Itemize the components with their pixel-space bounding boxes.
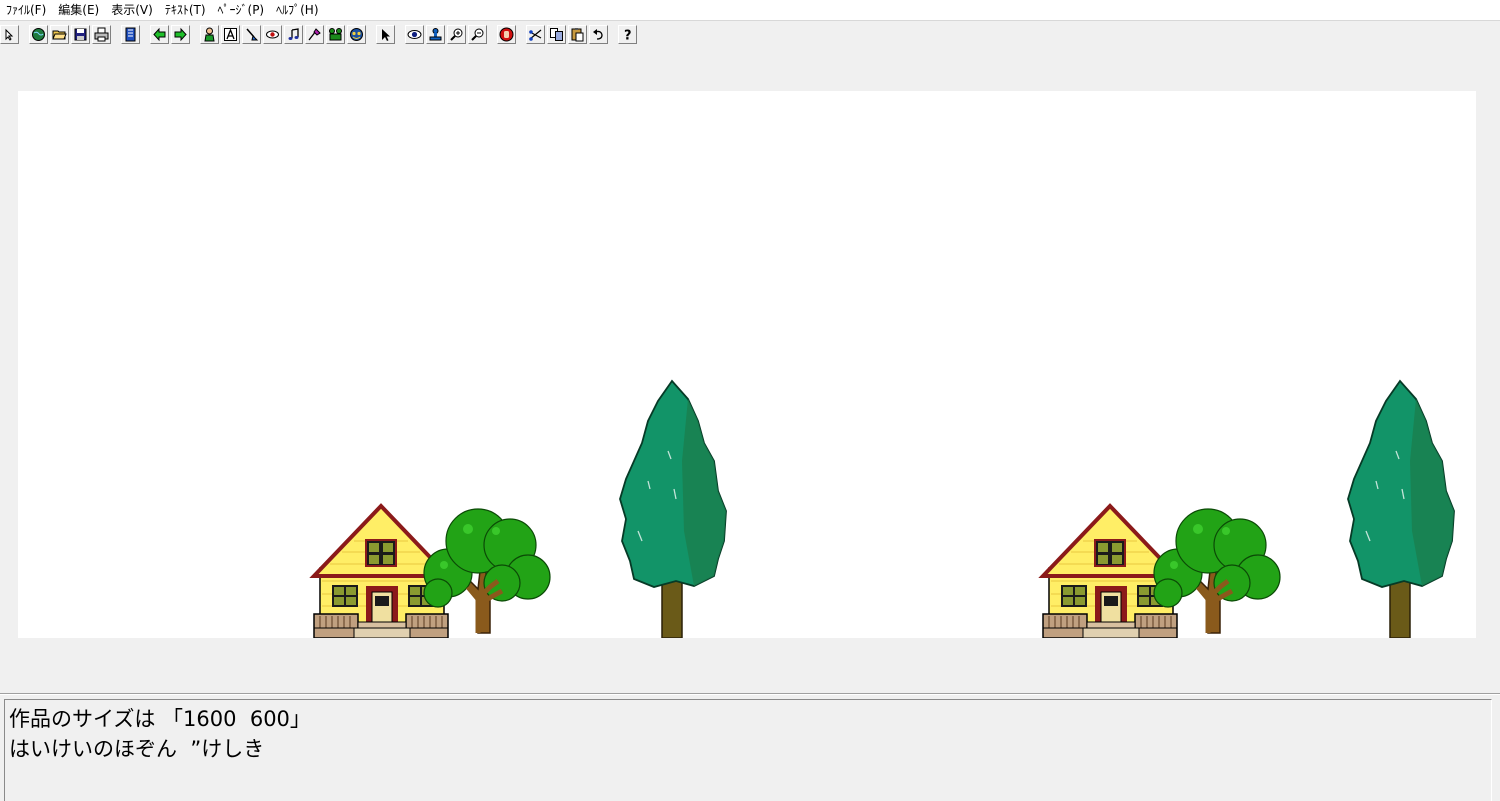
stop-button[interactable] (497, 24, 516, 44)
open-folder-icon (52, 30, 67, 39)
new-button[interactable] (29, 24, 48, 44)
globe-icon (32, 27, 45, 41)
cursor-icon (382, 28, 390, 41)
arrow-left-icon (153, 27, 166, 41)
pointer-small-icon (5, 28, 14, 41)
text-a-icon (224, 27, 237, 41)
paste-button[interactable] (568, 24, 587, 44)
menu-view[interactable]: 表示(V) (105, 0, 159, 20)
film-icon (329, 27, 342, 40)
open-button[interactable] (50, 24, 69, 44)
svg-text:?: ? (624, 28, 632, 42)
character-button[interactable] (200, 24, 219, 44)
toolbar: ? (0, 22, 1500, 46)
print-icon (94, 27, 109, 41)
stamp-icon (429, 27, 442, 40)
cut-icon (529, 29, 542, 41)
paste-icon (571, 27, 584, 41)
book-button[interactable] (121, 24, 140, 44)
eye-shape-button[interactable] (263, 24, 282, 44)
tall-tree-right[interactable] (1347, 380, 1455, 638)
stamp-button[interactable] (426, 24, 445, 44)
work-size-text: 作品のサイズは 「1600 600」 (9, 707, 311, 731)
scene-canvas[interactable] (18, 91, 1476, 638)
undo-icon (593, 28, 603, 40)
cut-button[interactable] (526, 24, 545, 44)
panel-separator (0, 693, 1500, 695)
text-button[interactable] (221, 24, 240, 44)
save-button[interactable] (71, 24, 90, 44)
copy-icon (550, 27, 563, 41)
prev-page-button[interactable] (150, 24, 169, 44)
undo-button[interactable] (589, 24, 608, 44)
paint-icon (308, 27, 321, 40)
film-button[interactable] (326, 24, 345, 44)
eye-icon (407, 29, 422, 39)
mask-button[interactable] (347, 24, 366, 44)
select-button[interactable] (376, 24, 395, 44)
zoom-out-icon (471, 28, 484, 41)
preview-button[interactable] (405, 24, 424, 44)
copy-button[interactable] (547, 24, 566, 44)
music-note-icon (288, 27, 299, 40)
menu-file[interactable]: ﾌｧｲﾙ(F) (0, 0, 52, 20)
background-save-text: はいけいのほぞん ”けしき (9, 737, 265, 761)
arrow-right-icon (174, 27, 187, 41)
stop-hand-icon (499, 27, 514, 41)
pointer-small-button[interactable] (0, 24, 19, 44)
eye-shape-icon (266, 30, 279, 38)
character-icon (204, 27, 215, 41)
mask-icon (350, 27, 363, 41)
save-icon (74, 28, 87, 40)
scene (312, 380, 1455, 638)
print-button[interactable] (92, 24, 111, 44)
music-button[interactable] (284, 24, 303, 44)
tall-tree-left[interactable] (619, 380, 727, 638)
brush-button[interactable] (242, 24, 261, 44)
paint-button[interactable] (305, 24, 324, 44)
next-page-button[interactable] (171, 24, 190, 44)
menu-page[interactable]: ﾍﾟｰｼﾞ(P) (212, 0, 271, 20)
book-icon (125, 27, 136, 41)
menu-help[interactable]: ﾍﾙﾌﾟ(H) (270, 0, 324, 20)
menu-bar: ﾌｧｲﾙ(F) 編集(E) 表示(V) ﾃｷｽﾄ(T) ﾍﾟｰｼﾞ(P) ﾍﾙﾌ… (0, 0, 1500, 21)
help-button[interactable]: ? (618, 24, 637, 44)
brush-icon (246, 28, 259, 40)
help-question-icon: ? (624, 28, 632, 42)
menu-edit[interactable]: 編集(E) (52, 0, 105, 20)
info-panel: 作品のサイズは 「1600 600」 はいけいのほぞん ”けしき (4, 699, 1492, 801)
zoom-out-button[interactable] (468, 24, 487, 44)
zoom-in-button[interactable] (447, 24, 466, 44)
menu-text[interactable]: ﾃｷｽﾄ(T) (159, 0, 212, 20)
zoom-in-icon (450, 28, 463, 41)
